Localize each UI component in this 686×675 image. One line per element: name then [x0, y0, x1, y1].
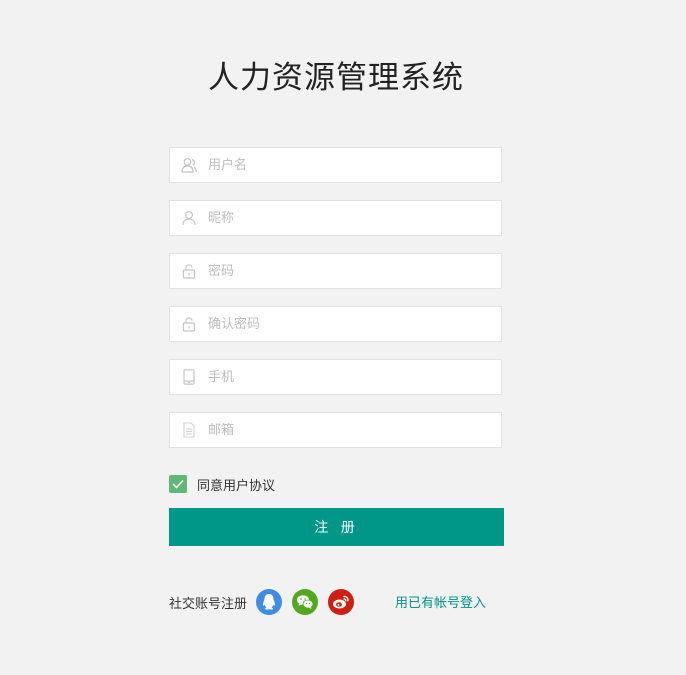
- check-icon: [172, 479, 184, 489]
- social-register: 社交账号注册: [169, 588, 364, 616]
- document-icon: [181, 422, 197, 438]
- page-title: 人力资源管理系统: [208, 60, 464, 96]
- user-icon: [181, 157, 197, 173]
- username-input[interactable]: [208, 148, 493, 182]
- password-field[interactable]: [169, 253, 502, 289]
- confirm-password-field[interactable]: [169, 306, 502, 342]
- phone-input[interactable]: [208, 360, 493, 394]
- username-field[interactable]: [169, 147, 502, 183]
- person-icon: [181, 210, 197, 226]
- email-field[interactable]: [169, 412, 502, 448]
- agree-label[interactable]: 同意用户协议: [197, 475, 275, 494]
- login-with-existing-account-link[interactable]: 用已有帐号登入: [395, 592, 486, 611]
- weibo-icon: [333, 595, 349, 609]
- register-button[interactable]: 注 册: [169, 508, 504, 546]
- lock-icon: [181, 263, 197, 279]
- qq-icon: [263, 594, 276, 610]
- agree-checkbox[interactable]: [169, 475, 187, 493]
- phone-field[interactable]: [169, 359, 502, 395]
- wechat-icon: [297, 595, 314, 609]
- confirm-password-input[interactable]: [208, 307, 493, 341]
- social-register-label: 社交账号注册: [169, 596, 248, 612]
- password-input[interactable]: [208, 254, 493, 288]
- weibo-button[interactable]: [328, 589, 355, 615]
- nickname-input[interactable]: [208, 201, 493, 235]
- qq-button[interactable]: [256, 589, 283, 615]
- agreement-row: 同意用户协议: [169, 475, 275, 494]
- wechat-button[interactable]: [292, 589, 319, 615]
- email-input[interactable]: [208, 413, 493, 447]
- lock-icon: [181, 316, 197, 332]
- nickname-field[interactable]: [169, 200, 502, 236]
- phone-icon: [181, 369, 197, 385]
